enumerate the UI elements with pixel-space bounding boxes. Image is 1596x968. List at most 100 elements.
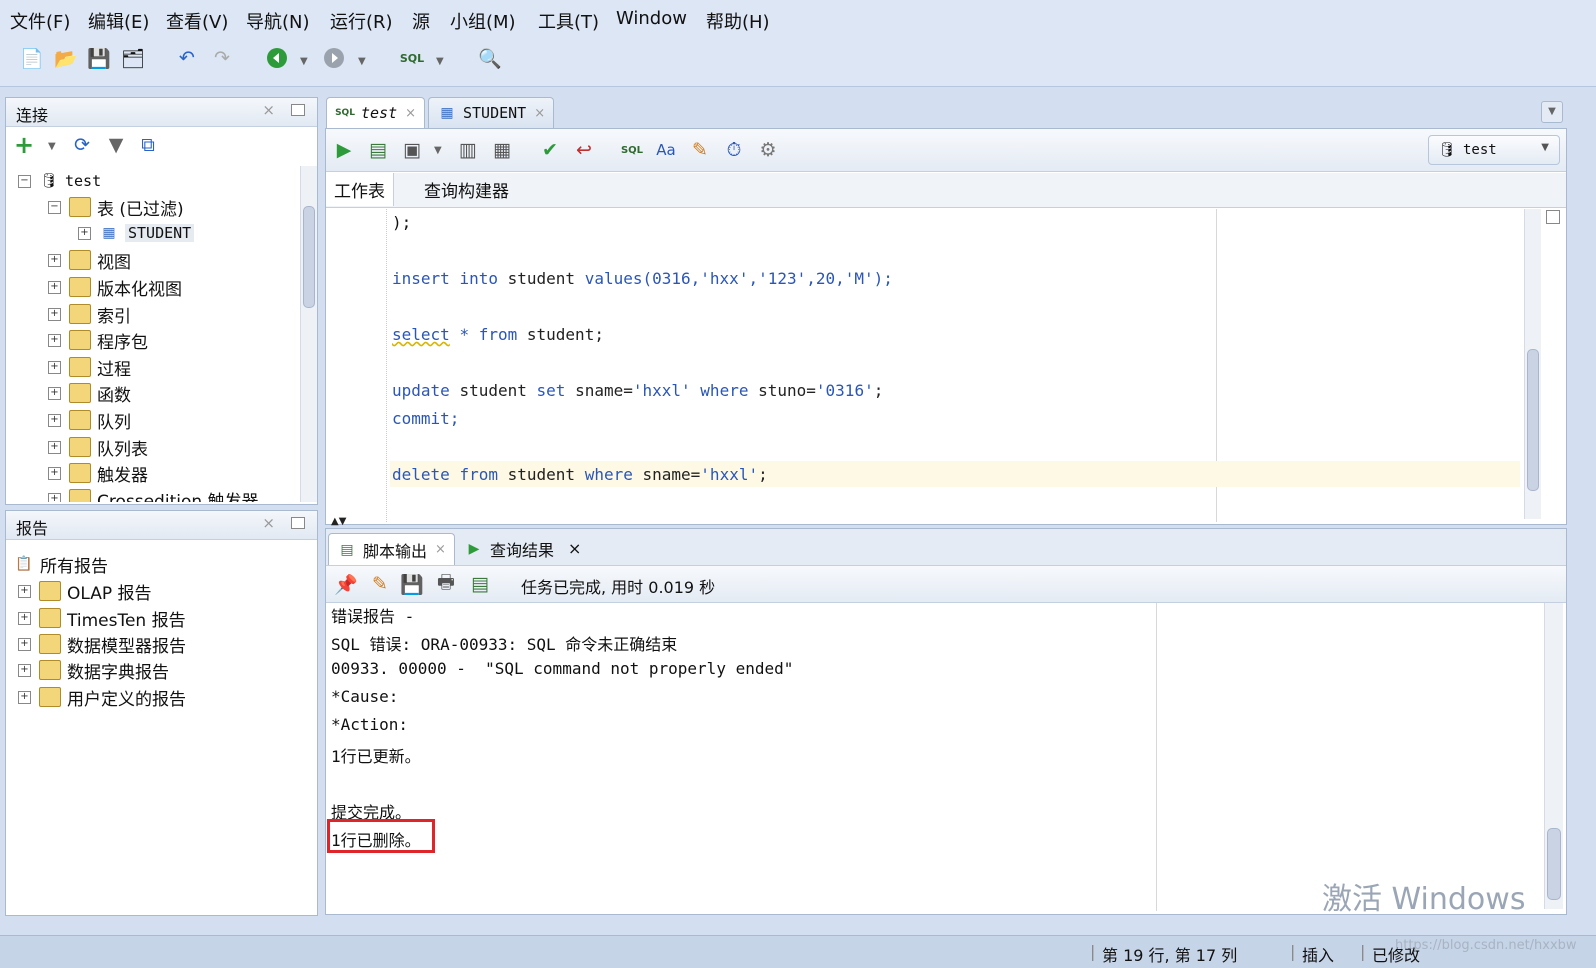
tree-node-all-reports[interactable]: 📋 所有报告 [14, 551, 108, 577]
forward-icon[interactable] [322, 46, 346, 70]
back-icon[interactable] [265, 46, 289, 70]
tab-script-output[interactable]: ▤ 脚本输出 × [328, 533, 455, 565]
clear-icon[interactable]: ✎ [368, 572, 392, 596]
sql-history-icon[interactable]: ⏱ [722, 138, 746, 162]
forward-dropdown-icon[interactable]: ▼ [358, 56, 366, 67]
expand-icon[interactable]: + [18, 663, 31, 677]
tab-query-result[interactable]: ▶ 查询结果 × [464, 533, 582, 564]
pin-icon[interactable]: 📌 [334, 572, 358, 596]
binoculars-icon[interactable]: 🔍 [478, 46, 502, 70]
close-tab-icon[interactable]: × [568, 539, 581, 558]
add-dropdown-icon[interactable]: ▼ [48, 141, 56, 152]
redo-icon[interactable]: ↷ [210, 46, 234, 70]
menu-help[interactable]: 帮助(H) [706, 8, 770, 34]
print-icon[interactable]: 🖶 [434, 571, 458, 596]
scrollbar-thumb[interactable] [1547, 828, 1561, 900]
connections-scrollbar[interactable] [300, 166, 317, 502]
autotrace-dropdown-icon[interactable]: ▼ [434, 145, 442, 156]
tree-node-packages[interactable]: + 程序包 [48, 327, 148, 353]
menu-team[interactable]: 小组(M) [450, 8, 516, 34]
close-tab-icon[interactable]: × [534, 106, 545, 121]
tab-query-builder[interactable]: 查询构建器 [416, 173, 517, 206]
expand-icon[interactable]: + [48, 492, 61, 502]
menu-edit[interactable]: 编辑(E) [88, 8, 149, 34]
new-file-icon[interactable]: 📄 [20, 46, 44, 70]
sql-tuning-icon[interactable]: ▦ [490, 138, 514, 162]
sql-dropdown-icon[interactable]: ▼ [436, 56, 444, 67]
tree-node-crossedition-triggers[interactable]: + Crossedition 触发器 [48, 486, 259, 502]
tab-worksheet[interactable]: 工作表 [326, 173, 394, 206]
tree-node-student[interactable]: + ▦ STUDENT [78, 220, 195, 246]
expand-icon[interactable]: + [48, 466, 61, 480]
tab-list-button[interactable]: ▼ [1541, 101, 1563, 123]
menu-source[interactable]: 源 [412, 8, 430, 34]
refresh-icon[interactable]: ⟳ [70, 133, 94, 157]
add-connection-icon[interactable]: + [12, 131, 36, 159]
expand-icon[interactable]: + [48, 413, 61, 427]
tree-node-procedures[interactable]: + 过程 [48, 354, 131, 380]
collapse-icon[interactable]: − [18, 174, 31, 188]
save-icon[interactable]: 💾 [87, 46, 111, 70]
tree-node-tables[interactable]: − 表 (已过滤) [48, 194, 184, 220]
menu-run[interactable]: 运行(R) [330, 8, 393, 34]
menu-navigate[interactable]: 导航(N) [246, 8, 310, 34]
expand-icon[interactable]: + [18, 611, 31, 625]
expand-icon[interactable]: + [48, 333, 61, 347]
clear-icon[interactable]: ✎ [688, 138, 712, 162]
rollback-icon[interactable]: ↩ [572, 138, 596, 162]
run-statement-icon[interactable]: ▶ [332, 138, 356, 162]
expand-icon[interactable]: + [48, 280, 61, 294]
unshared-worksheet-icon[interactable]: SQL [620, 138, 644, 162]
sql-worksheet-icon[interactable]: SQL [400, 46, 424, 70]
connection-select[interactable]: 🛢 test ▼ [1428, 135, 1560, 165]
splitter-arrows-icon[interactable]: ▲▼ [331, 516, 346, 527]
editor-scrollbar[interactable] [1524, 209, 1541, 519]
close-icon[interactable]: × [262, 514, 275, 532]
close-tab-icon[interactable]: × [405, 106, 416, 121]
tree-node-editioning-views[interactable]: + 版本化视图 [48, 274, 182, 300]
collapse-icon[interactable]: − [48, 200, 61, 214]
expand-icon[interactable]: + [18, 690, 31, 704]
explain-plan-icon[interactable]: ▥ [456, 138, 480, 162]
close-icon[interactable]: × [262, 101, 275, 119]
tree-node-olap-reports[interactable]: + OLAP 报告 [18, 578, 152, 604]
back-dropdown-icon[interactable]: ▼ [300, 56, 308, 67]
commit-icon[interactable]: ✔ [538, 138, 562, 162]
expand-icon[interactable]: + [78, 226, 91, 240]
menu-view[interactable]: 查看(V) [166, 8, 228, 34]
scrollbar-thumb[interactable] [303, 206, 315, 308]
run-script-icon[interactable]: ▤ [366, 138, 390, 162]
expand-icon[interactable]: + [48, 253, 61, 267]
expand-icon[interactable]: + [48, 307, 61, 321]
tree-node-indexes[interactable]: + 索引 [48, 301, 131, 327]
tree-node-user-defined-reports[interactable]: + 用户定义的报告 [18, 684, 186, 710]
tab-student[interactable]: ▦ STUDENT × [428, 97, 555, 128]
tree-node-triggers[interactable]: + 触发器 [48, 460, 148, 486]
undo-icon[interactable]: ↶ [175, 46, 199, 70]
expand-icon[interactable]: + [48, 386, 61, 400]
menu-tools[interactable]: 工具(T) [538, 8, 599, 34]
output-text[interactable]: 错误报告 - SQL 错误: ORA-00933: SQL 命令未正确结束 00… [326, 603, 1563, 911]
minimize-icon[interactable] [291, 517, 305, 529]
menu-window[interactable]: Window [616, 8, 687, 29]
close-tab-icon[interactable]: × [435, 542, 446, 557]
tree-node-data-modeler-reports[interactable]: + 数据模型器报告 [18, 631, 186, 657]
schema-browser-icon[interactable]: ⧉ [136, 133, 160, 157]
tree-node-test[interactable]: − 🛢 test [18, 168, 101, 194]
minimize-icon[interactable] [291, 104, 305, 116]
change-case-icon[interactable]: Aa [654, 138, 678, 162]
expand-icon[interactable]: + [18, 637, 31, 651]
tree-node-data-dictionary-reports[interactable]: + 数据字典报告 [18, 657, 169, 683]
save-icon[interactable]: 💾 [400, 572, 424, 596]
tree-node-views[interactable]: + 视图 [48, 247, 131, 273]
expand-icon[interactable]: + [48, 360, 61, 374]
tree-node-functions[interactable]: + 函数 [48, 380, 131, 406]
expand-icon[interactable]: + [18, 584, 31, 598]
open-folder-icon[interactable]: 📂 [54, 46, 78, 70]
tree-node-queues[interactable]: + 队列 [48, 407, 131, 433]
save-all-icon[interactable]: 🗂 [121, 46, 145, 70]
tree-node-timesten-reports[interactable]: + TimesTen 报告 [18, 605, 186, 631]
menu-file[interactable]: 文件(F) [10, 8, 70, 34]
scrollbar-thumb[interactable] [1527, 349, 1539, 491]
expand-icon[interactable]: + [48, 440, 61, 454]
